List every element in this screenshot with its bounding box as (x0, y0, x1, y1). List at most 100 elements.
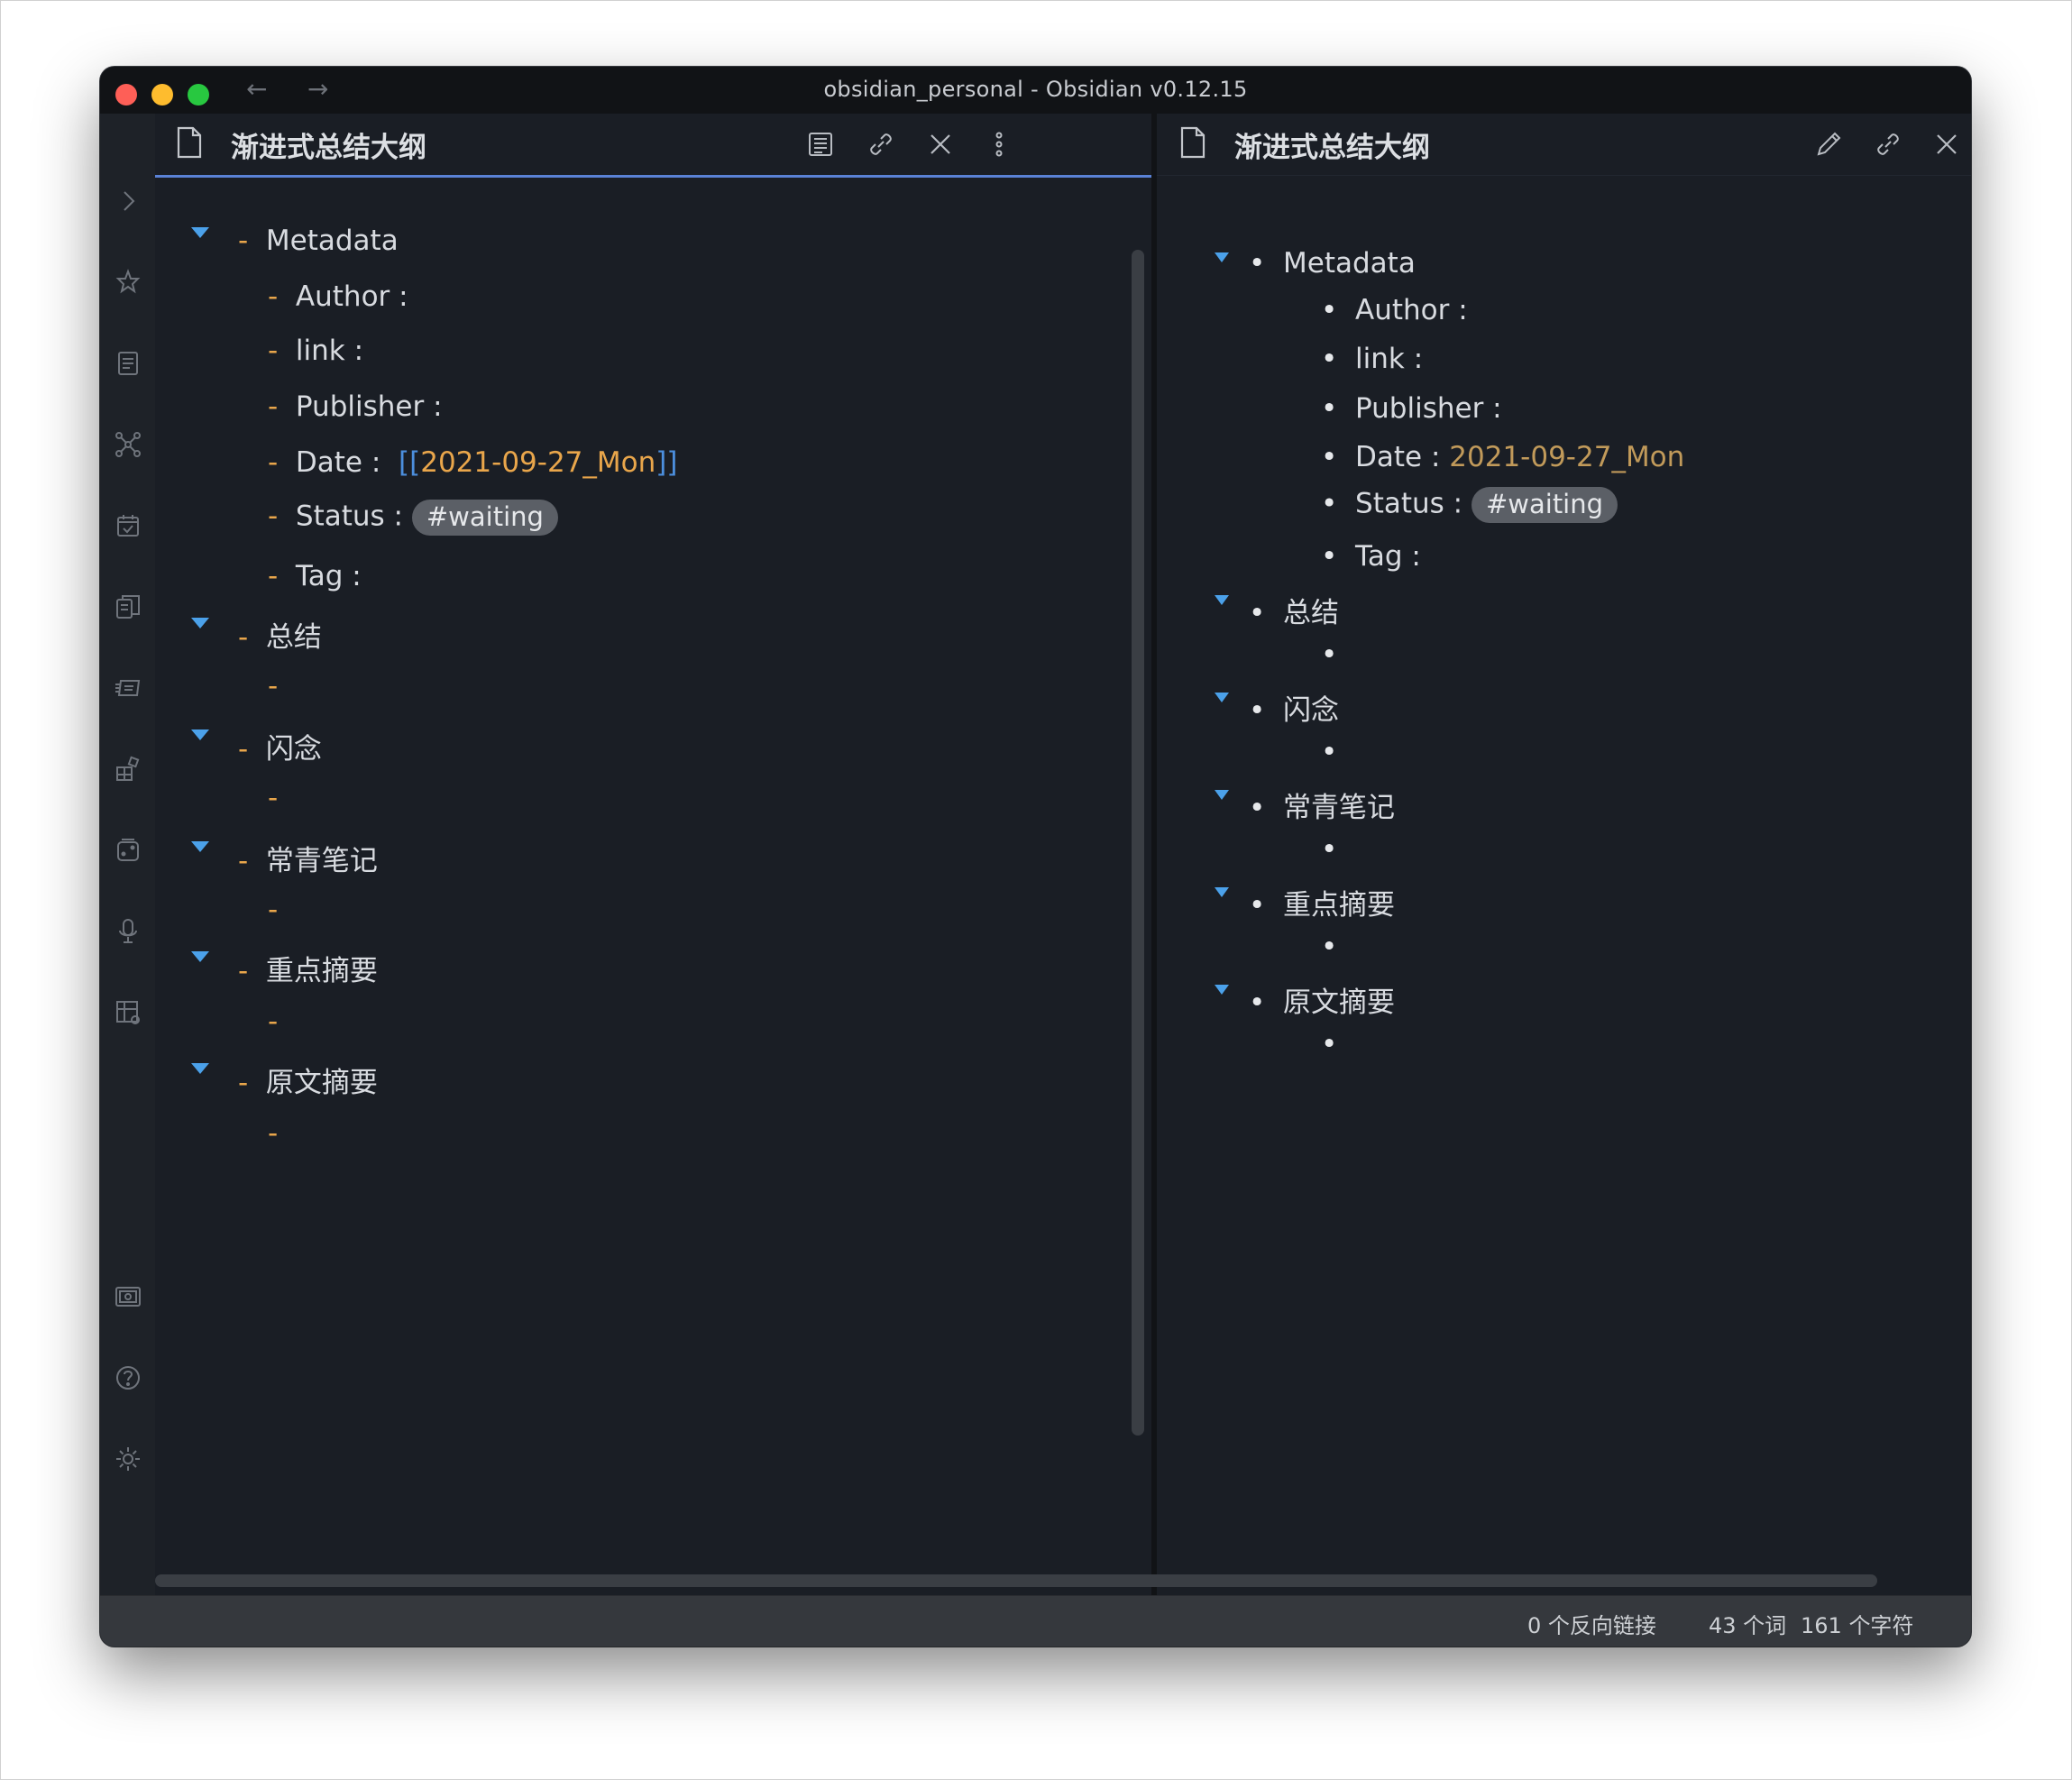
list-item: • (1321, 736, 1337, 768)
wikilink-text[interactable]: 2021-09-27_Mon (420, 446, 656, 479)
list-item: - Publisher : (268, 390, 443, 423)
list-item-text: Tag : (295, 560, 362, 592)
horizontal-scrollbar[interactable] (155, 1574, 1877, 1587)
list-item-text: Author : (295, 280, 408, 313)
vault-icon[interactable] (113, 1281, 143, 1312)
fold-toggle-icon[interactable] (191, 1063, 209, 1074)
list-item: - 总结 (238, 614, 322, 655)
fold-toggle-icon[interactable] (191, 951, 209, 962)
list-item-text: Author : (1355, 294, 1468, 326)
fold-toggle-icon[interactable] (191, 618, 209, 629)
list-item: - Status : #waiting (268, 500, 558, 536)
list-bullet: • (1321, 294, 1338, 326)
list-item: • 原文摘要 (1249, 979, 1395, 1020)
microphone-icon[interactable] (113, 916, 143, 947)
list-item-text: Date : (1355, 441, 1441, 473)
list-item: • (1321, 1028, 1337, 1060)
list-item: • Tag : (1321, 540, 1421, 573)
chevron-right-icon[interactable] (113, 186, 143, 216)
list-marker: - (238, 845, 249, 877)
fold-toggle-icon[interactable] (1215, 887, 1229, 897)
section-heading: 原文摘要 (1283, 986, 1396, 1019)
list-item: - (268, 1117, 278, 1150)
left-editor-content[interactable]: - Metadata - Author : - link : - Publish… (155, 178, 1151, 1596)
graph-star-icon[interactable] (113, 267, 143, 298)
fold-toggle-icon[interactable] (191, 729, 209, 740)
list-bullet: • (1321, 833, 1338, 866)
document-icon (175, 126, 204, 159)
fold-toggle-icon[interactable] (191, 227, 209, 238)
list-item-text: Status : (1355, 487, 1463, 520)
list-marker: - (268, 1005, 279, 1038)
title-bar: ← → obsidian_personal - Obsidian v0.12.1… (100, 67, 1971, 114)
plugin-blocks-icon[interactable] (113, 754, 143, 784)
list-item-text: Publisher : (295, 390, 443, 423)
list-bullet: • (1321, 931, 1338, 963)
fold-toggle-icon[interactable] (1215, 985, 1229, 995)
list-item: - Tag : (268, 560, 362, 592)
dice-icon[interactable] (113, 835, 143, 866)
list-bullet: • (1321, 540, 1338, 573)
list-item-text: Tag : (1355, 540, 1421, 573)
close-icon[interactable] (1930, 128, 1963, 161)
list-marker: - (238, 1067, 249, 1099)
list-bullet: • (1321, 392, 1338, 425)
list-bullet: • (1321, 638, 1338, 671)
settings-icon[interactable] (113, 1444, 143, 1474)
dashboard-icon[interactable] (113, 997, 143, 1028)
list-item: - (268, 670, 278, 702)
fold-toggle-icon[interactable] (1215, 595, 1229, 605)
status-tag[interactable]: #waiting (1471, 487, 1618, 523)
list-bullet: • (1249, 792, 1266, 824)
fold-toggle-icon[interactable] (1215, 790, 1229, 800)
more-options-icon[interactable] (983, 128, 1015, 161)
section-heading: 总结 (265, 621, 322, 654)
list-bullet: • (1249, 247, 1266, 280)
list-marker: - (268, 1117, 279, 1150)
internal-link[interactable]: 2021-09-27_Mon (1449, 441, 1684, 473)
list-item-text: Status : (295, 500, 403, 533)
section-heading: 重点摘要 (1283, 889, 1396, 922)
right-preview-pane[interactable]: 渐进式总结大纲 • Metadata • Author : • link : •… (1157, 114, 1971, 1596)
left-pane-title[interactable]: 渐进式总结大纲 (231, 124, 426, 165)
list-bullet: • (1321, 736, 1338, 768)
close-icon[interactable] (924, 128, 957, 161)
edit-icon[interactable] (1812, 128, 1845, 161)
link-icon[interactable] (865, 128, 897, 161)
section-heading: 重点摘要 (265, 955, 378, 987)
list-item: - (268, 782, 278, 814)
list-marker: - (268, 894, 279, 926)
list-item: - Author : (268, 280, 408, 313)
right-pane-title[interactable]: 渐进式总结大纲 (1234, 124, 1430, 165)
list-item: - Metadata (238, 225, 399, 257)
list-item: - Date : [[2021-09-27_Mon]] (268, 446, 677, 479)
help-icon[interactable] (113, 1363, 143, 1393)
link-icon[interactable] (1872, 128, 1904, 161)
fold-toggle-icon[interactable] (1215, 252, 1229, 262)
graph-view-icon[interactable] (113, 429, 143, 460)
list-item-text: Metadata (265, 225, 399, 257)
list-marker: - (268, 670, 279, 702)
list-item: • 闪念 (1249, 687, 1339, 728)
fold-toggle-icon[interactable] (191, 841, 209, 852)
left-pane-header: 渐进式总结大纲 (155, 114, 1151, 178)
list-item: - (268, 1005, 278, 1038)
list-item: • Publisher : (1321, 392, 1502, 425)
list-marker: - (268, 560, 279, 592)
list-marker: - (238, 955, 249, 987)
file-explorer-icon[interactable] (113, 348, 143, 379)
list-item: • Metadata (1249, 247, 1416, 280)
backlinks-count[interactable]: 0 个反向链接 (1527, 1608, 1656, 1639)
left-editor-pane[interactable]: 渐进式总结大纲 - Metadata - Author : - link : -… (155, 114, 1151, 1596)
fold-toggle-icon[interactable] (1215, 693, 1229, 702)
list-marker: - (268, 500, 279, 533)
slides-icon[interactable] (113, 673, 143, 703)
list-item-text: link : (295, 335, 364, 367)
preview-mode-icon[interactable] (804, 128, 837, 161)
section-heading: 原文摘要 (265, 1067, 378, 1099)
status-tag[interactable]: #waiting (411, 500, 558, 536)
list-item: • (1321, 638, 1337, 671)
vertical-scrollbar[interactable] (1132, 250, 1144, 1436)
calendar-check-icon[interactable] (113, 510, 143, 541)
templates-icon[interactable] (113, 592, 143, 622)
